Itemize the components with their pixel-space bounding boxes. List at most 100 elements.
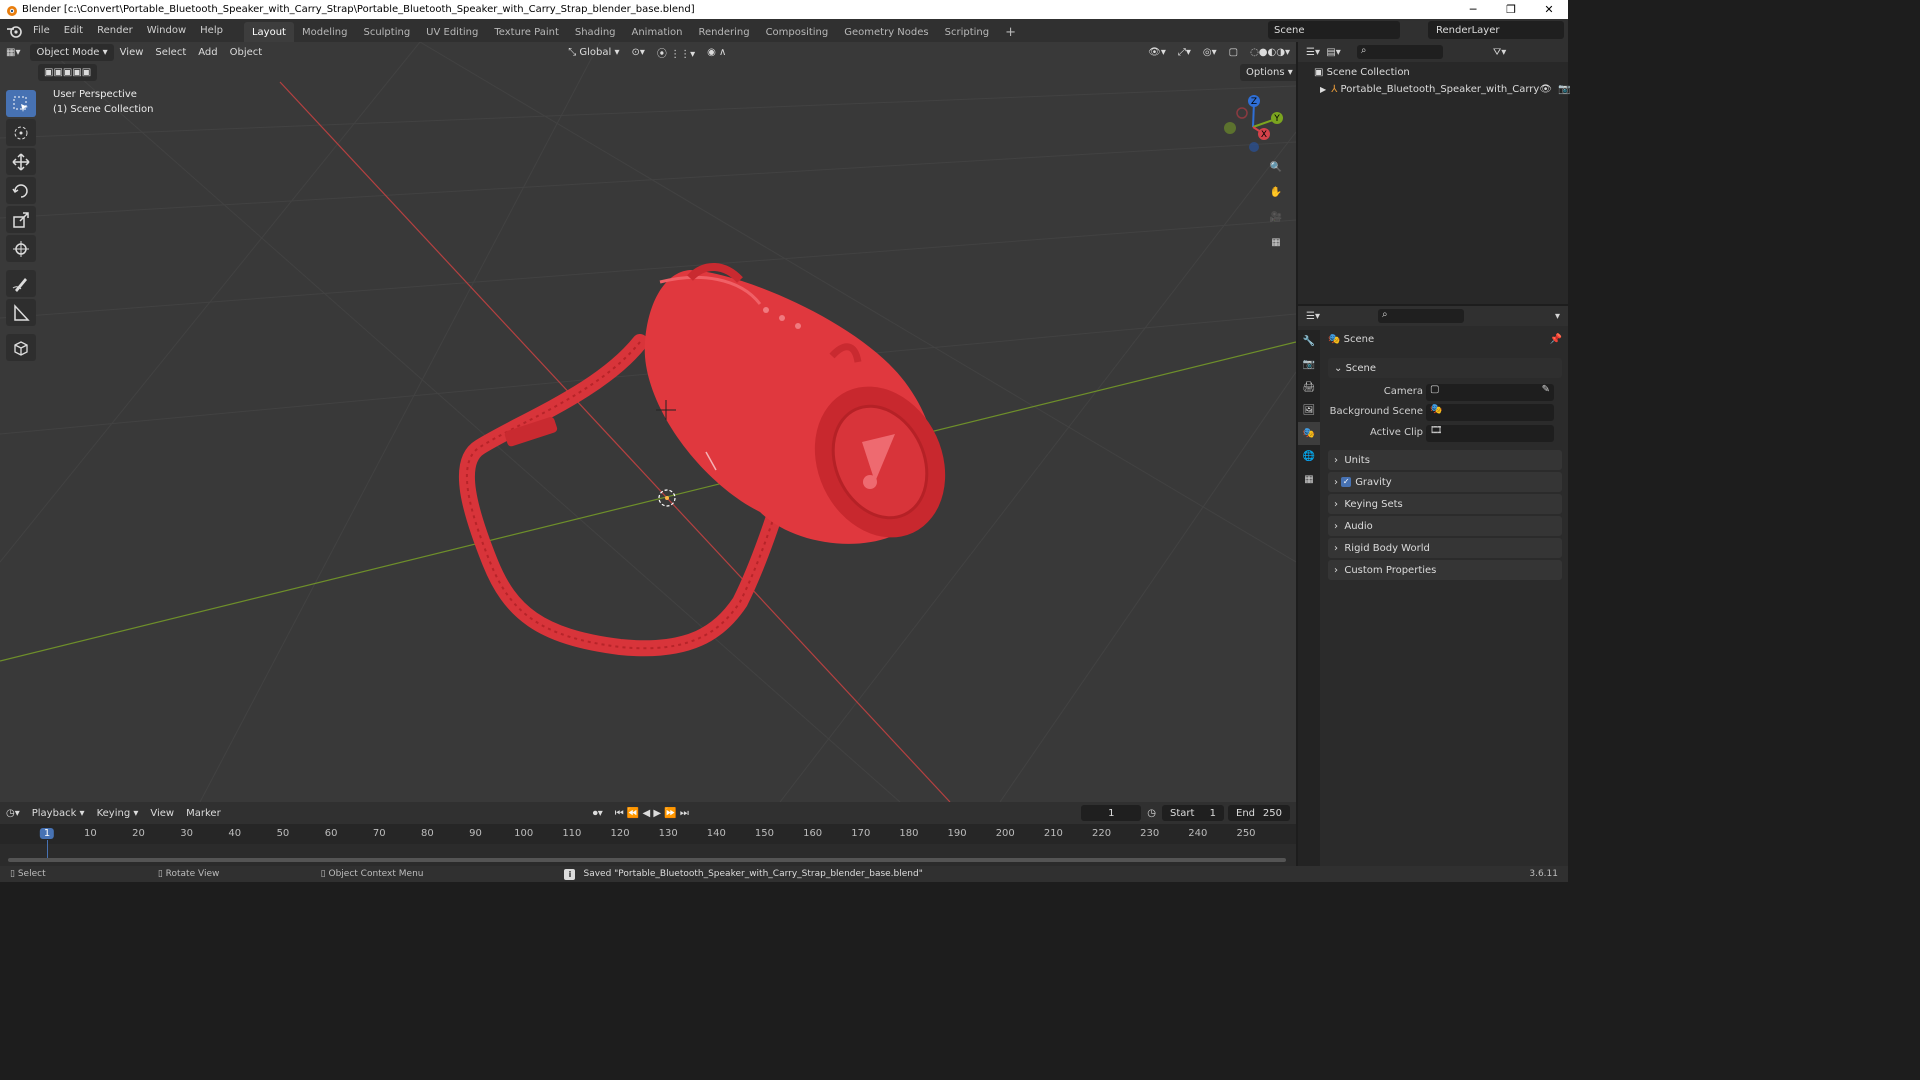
tab-layout[interactable]: Layout: [243, 22, 294, 42]
blender-menu-icon[interactable]: [4, 23, 26, 39]
minimize-button[interactable]: ─: [1454, 0, 1492, 19]
playhead-line[interactable]: [47, 840, 48, 858]
visibility-icon[interactable]: 👁▾: [1142, 44, 1172, 61]
menu-window[interactable]: Window: [140, 19, 193, 42]
filter-icon[interactable]: ⛛▾: [1493, 47, 1506, 58]
eyedropper-icon[interactable]: ✎: [1542, 384, 1554, 395]
pivot-icon[interactable]: ⊙▾: [626, 44, 651, 61]
render-camera-icon[interactable]: 📷: [1558, 84, 1570, 95]
menu-playback[interactable]: Playback ▾: [26, 805, 91, 822]
editor-type-icon[interactable]: ▦▾: [0, 44, 26, 61]
snap-icon[interactable]: ⦿ ⋮⋮▾: [651, 44, 701, 61]
background-scene-field[interactable]: 🎭: [1426, 404, 1554, 421]
menu-help[interactable]: Help: [193, 19, 230, 42]
properties-editor-icon[interactable]: ☰▾: [1306, 311, 1320, 322]
menu-keying[interactable]: Keying ▾: [91, 805, 145, 822]
playback-controls[interactable]: ⏮ ⏪ ◀ ▶ ⏩ ⏭: [609, 805, 695, 822]
render-layer-selector[interactable]: RenderLayer: [1428, 21, 1564, 39]
maximize-button[interactable]: ❐: [1492, 0, 1530, 19]
select-mode-buttons[interactable]: ▣▣▣▣▣: [38, 64, 98, 81]
scene-selector[interactable]: Scene: [1268, 21, 1400, 39]
expand-arrow-icon[interactable]: ▶: [1320, 85, 1331, 94]
move-tool[interactable]: [6, 148, 36, 175]
gizmo-toggle-icon[interactable]: ⤢▾: [1172, 44, 1197, 61]
menu-view[interactable]: View: [114, 44, 150, 61]
pan-hand-icon[interactable]: ✋: [1265, 181, 1287, 203]
active-clip-field[interactable]: 🎞: [1426, 425, 1554, 442]
mode-selector[interactable]: Object Mode ▾: [30, 43, 114, 61]
annotate-tool[interactable]: [6, 270, 36, 297]
eye-icon[interactable]: 👁: [1539, 84, 1552, 95]
outliner-editor-icon[interactable]: ☰▾: [1306, 47, 1326, 58]
menu-select[interactable]: Select: [149, 44, 192, 61]
timeline-editor-icon[interactable]: ◷▾: [0, 805, 26, 822]
close-button[interactable]: ✕: [1530, 0, 1568, 19]
zoom-icon[interactable]: 🔍: [1265, 156, 1287, 178]
tab-rendering[interactable]: Rendering: [690, 22, 757, 42]
clock-icon[interactable]: ◷: [1141, 805, 1162, 822]
audio-panel[interactable]: › Audio: [1328, 516, 1562, 536]
select-box-tool[interactable]: [6, 90, 36, 117]
tab-shading[interactable]: Shading: [567, 22, 624, 42]
tab-scripting[interactable]: Scripting: [937, 22, 997, 42]
current-frame-field[interactable]: 1: [1081, 805, 1142, 821]
menu-edit[interactable]: Edit: [57, 19, 90, 42]
tab-texture-paint[interactable]: Texture Paint: [486, 22, 567, 42]
cursor-tool[interactable]: [6, 119, 36, 146]
timeline-scrollbar[interactable]: [8, 858, 1286, 862]
outliner-object-row[interactable]: ▶ ⅄ Portable_Bluetooth_Speaker_with_Carr…: [1298, 81, 1570, 98]
camera-field[interactable]: ▢ ✎: [1426, 384, 1554, 401]
tab-uv-editing[interactable]: UV Editing: [418, 22, 486, 42]
shading-modes-icon[interactable]: ◌●◐◑▾: [1244, 44, 1296, 61]
display-mode-icon[interactable]: ▤▾: [1326, 47, 1340, 58]
pin-icon[interactable]: 📌: [1550, 334, 1562, 345]
gravity-panel[interactable]: › ✓ Gravity: [1328, 472, 1562, 492]
viewport-scene[interactable]: [0, 42, 1296, 802]
tab-sculpting[interactable]: Sculpting: [355, 22, 418, 42]
rotate-tool[interactable]: [6, 177, 36, 204]
properties-options-icon[interactable]: ▾: [1555, 311, 1560, 322]
tab-compositing[interactable]: Compositing: [758, 22, 837, 42]
scale-tool[interactable]: [6, 206, 36, 233]
rigid-body-world-panel[interactable]: › Rigid Body World: [1328, 538, 1562, 558]
measure-tool[interactable]: [6, 299, 36, 326]
gravity-checkbox[interactable]: ✓: [1341, 477, 1352, 487]
menu-render[interactable]: Render: [90, 19, 140, 42]
frame-tick-label: 140: [706, 828, 726, 839]
menu-file[interactable]: File: [26, 19, 57, 42]
options-button[interactable]: Options ▾: [1240, 64, 1296, 81]
properties-search-field[interactable]: ⌕: [1377, 309, 1464, 323]
xray-icon[interactable]: ▢: [1223, 44, 1244, 61]
menu-timeline-view[interactable]: View: [144, 805, 180, 822]
menu-add[interactable]: Add: [192, 44, 223, 61]
overlay-toggle-icon[interactable]: ◎▾: [1197, 44, 1223, 61]
navigation-gizmo[interactable]: Z Y X: [1218, 92, 1288, 162]
proportional-edit-icon[interactable]: ◉ ∧: [701, 44, 732, 61]
ortho-grid-icon[interactable]: ▦: [1265, 231, 1287, 253]
frame-ruler[interactable]: 1 10 20 30 40 50 60 70 80 90 100 110 120 130 140 150 160…: [0, 824, 1296, 858]
camera-view-icon[interactable]: 🎥: [1265, 206, 1287, 228]
tab-geometry-nodes[interactable]: Geometry Nodes: [836, 22, 936, 42]
3d-viewport[interactable]: ▦▾ Object Mode ▾ View Select Add Object …: [0, 42, 1296, 802]
transform-tool[interactable]: [6, 235, 36, 262]
start-frame-field[interactable]: Start 1: [1162, 805, 1224, 821]
world-tab-icon[interactable]: 🌐: [1298, 445, 1320, 468]
outliner-scene-collection[interactable]: ▣ Scene Collection: [1298, 64, 1568, 81]
tool-tab-icon[interactable]: 🔧: [1298, 330, 1320, 353]
tab-animation[interactable]: Animation: [624, 22, 691, 42]
add-workspace-button[interactable]: +: [997, 22, 1024, 42]
scene-section-header[interactable]: ⌄ Scene: [1328, 358, 1562, 378]
custom-properties-panel[interactable]: › Custom Properties: [1328, 560, 1562, 580]
end-frame-field[interactable]: End 250: [1228, 805, 1290, 821]
tab-modeling[interactable]: Modeling: [294, 22, 356, 42]
auto-keying-icon[interactable]: ⏺▾: [587, 805, 609, 822]
menu-marker[interactable]: Marker: [180, 805, 227, 822]
texture-tab-icon[interactable]: ▦: [1298, 468, 1320, 491]
render-tab-icon[interactable]: 📷: [1298, 353, 1320, 376]
add-cube-tool[interactable]: [6, 334, 36, 361]
menu-object[interactable]: Object: [224, 44, 269, 61]
units-panel[interactable]: › Units: [1328, 450, 1562, 470]
keying-sets-panel[interactable]: › Keying Sets: [1328, 494, 1562, 514]
outliner-search-field[interactable]: ⌕: [1356, 45, 1443, 59]
transform-orientation-selector[interactable]: ⤡ Global ▾: [562, 44, 625, 61]
